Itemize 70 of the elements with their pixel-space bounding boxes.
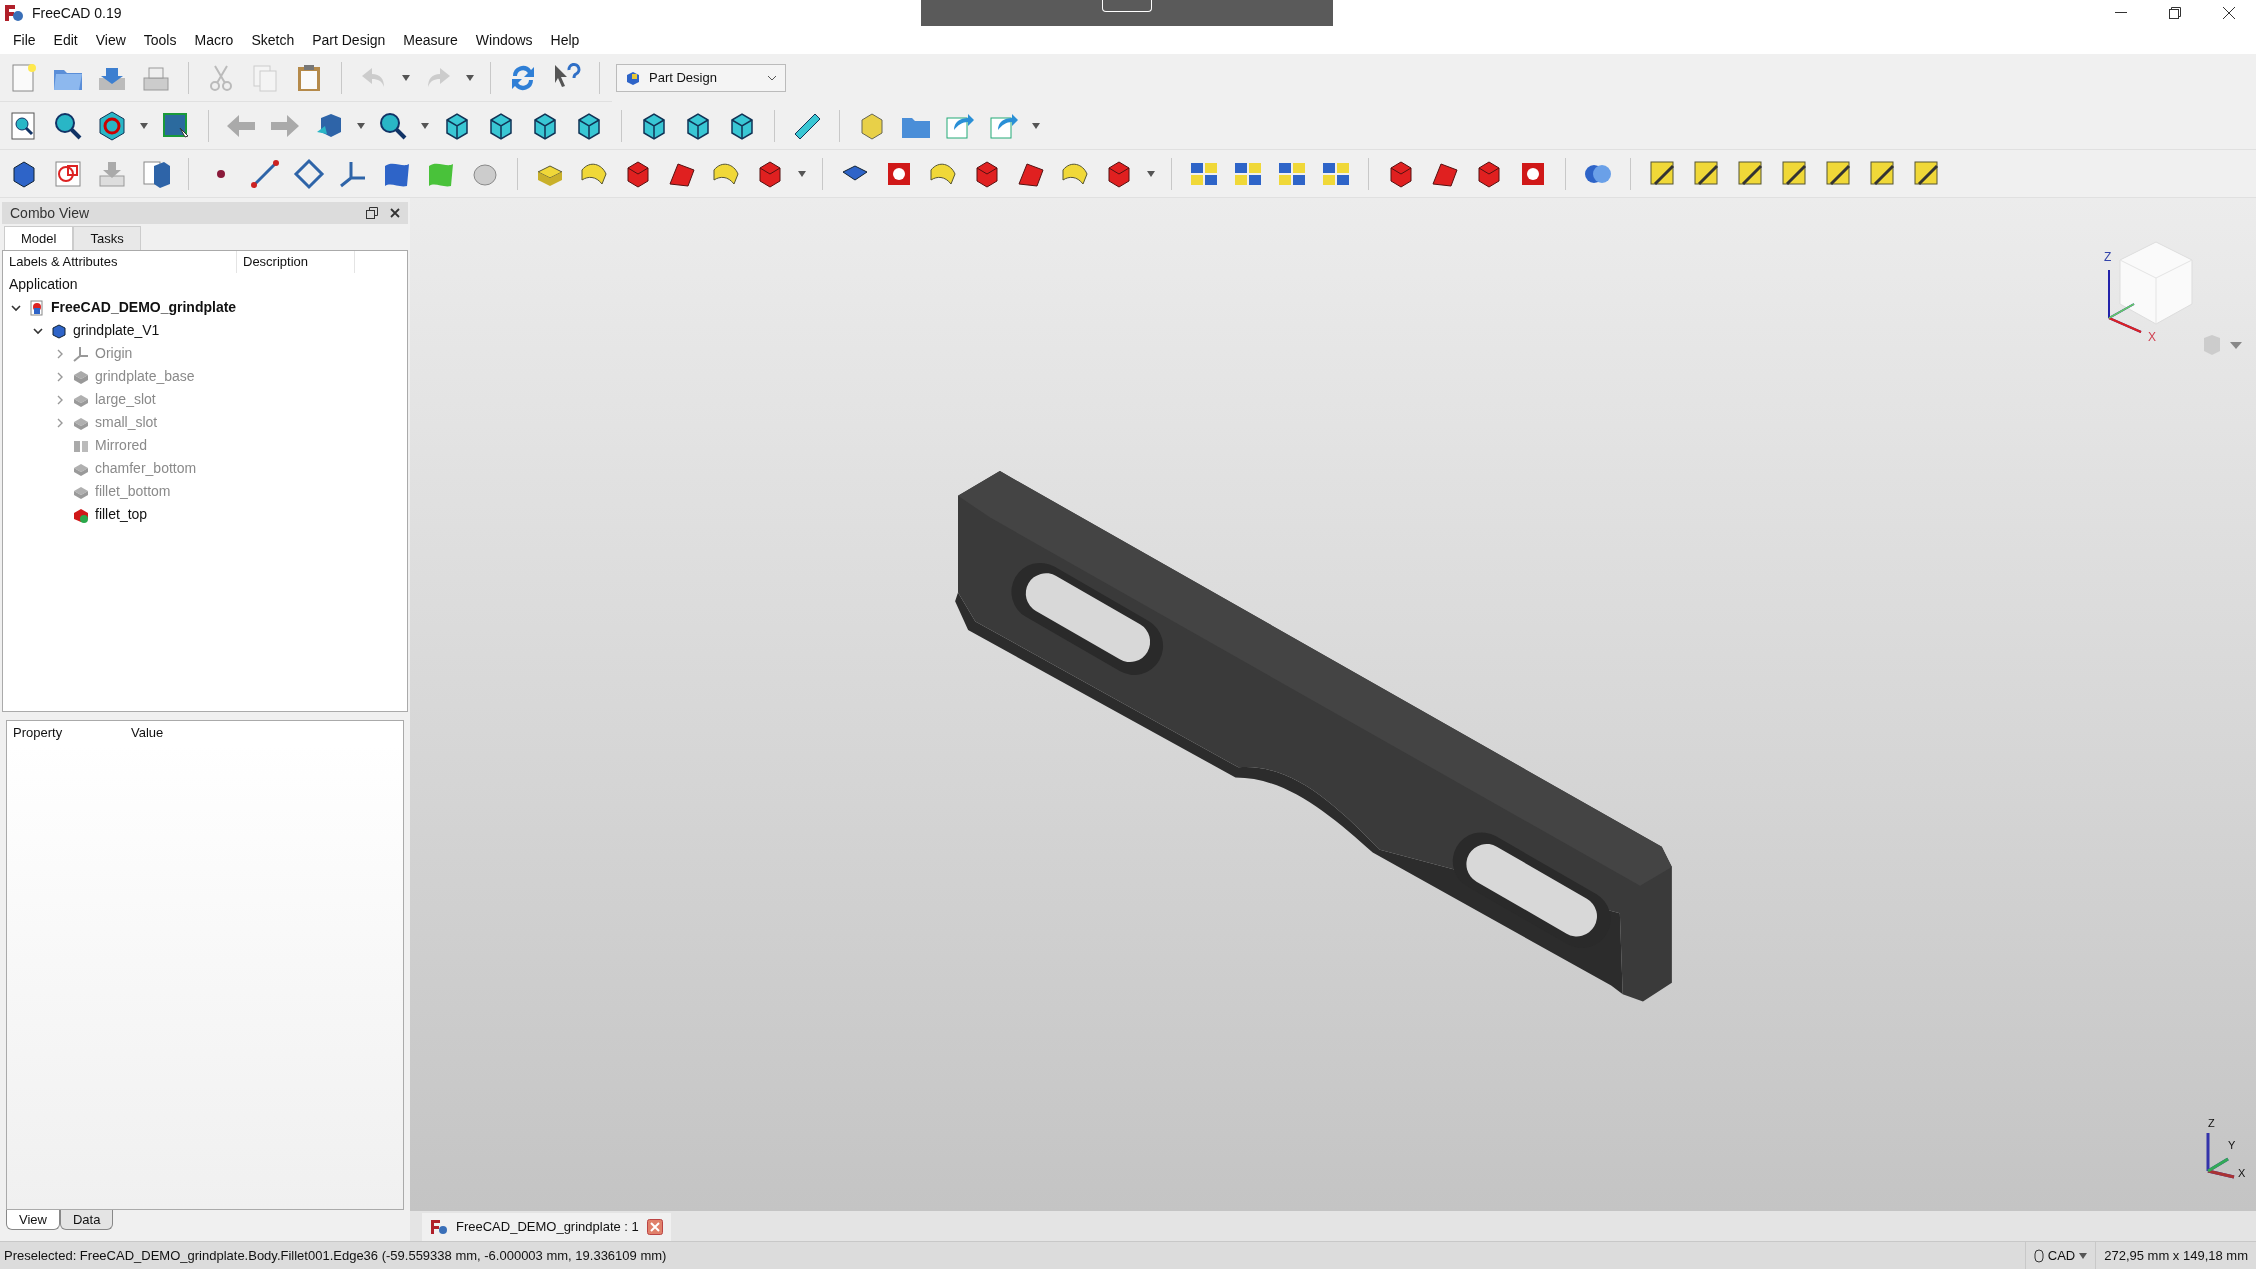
axis-label: Z [2104,249,2112,266]
menu-item[interactable]: View [86,29,135,51]
tree-item[interactable]: large_slot [95,389,156,410]
tree-item[interactable]: FreeCAD_DEMO_grindplate [51,297,237,318]
axis-label: Z [2208,1116,2215,1131]
panel-tab[interactable]: Data [59,1210,114,1230]
line-icon[interactable] [249,157,281,190]
caret-icon[interactable] [466,74,474,81]
workbench-dropdown[interactable]: Part Design [616,64,786,92]
dimensions-readout: 272,95 mm x 149,18 mm [2095,1242,2256,1269]
tree-item[interactable]: grindplate_V1 [73,320,160,341]
menu-item[interactable]: Macro [185,29,243,51]
panel-tab[interactable]: View [6,1210,60,1230]
window-title: FreeCAD 0.19 [32,3,122,23]
caret-icon[interactable] [798,170,806,177]
undock-icon[interactable] [366,207,378,219]
minimize-icon [2115,12,2127,14]
tree-item[interactable]: Mirrored [95,435,148,456]
tree-item[interactable]: Origin [95,343,133,364]
chevron-down-icon [767,74,777,82]
menu-item[interactable]: Part Design [303,29,395,51]
column-header[interactable]: Labels & Attributes [3,251,237,273]
body-icon [51,322,67,339]
menu-item[interactable]: Sketch [242,29,304,51]
tree-item[interactable]: fillet_bottom [95,481,171,502]
restore-icon [2169,7,2181,19]
axis-label: Y [2228,1138,2236,1153]
column-header[interactable]: Property [7,723,125,743]
app-logo-icon [430,1219,448,1235]
menu-item[interactable]: Tools [134,29,186,51]
caret-icon[interactable] [1147,170,1155,177]
caret-icon[interactable] [402,74,410,81]
close-icon[interactable] [390,208,400,218]
menu-item[interactable]: Edit [44,29,87,51]
column-header[interactable]: Description [237,251,355,273]
document-icon [29,299,45,316]
tree-item[interactable]: grindplate_base [95,366,195,387]
workbench-icon [625,70,641,86]
panel-tab[interactable]: Tasks [73,226,141,250]
panel-tab[interactable]: Model [4,226,74,250]
status-message: Preselected: FreeCAD_DEMO_grindplate.Body.Fillet001.Edge36 (-59.559338 mm, -6.000003 mm, 19.336109 mm) [3,1246,667,1265]
plane-icon[interactable] [293,157,325,190]
caret-icon[interactable] [140,122,148,129]
app-logo-icon [4,4,24,22]
menu-item[interactable]: Help [541,29,589,51]
axis-label: X [2148,329,2156,346]
tree-item[interactable]: fillet_top [95,504,148,525]
menu-item[interactable]: Windows [466,29,542,51]
caret-icon[interactable] [421,122,429,129]
3d-viewport[interactable]: Z X Z Y X [410,198,2256,1211]
tree-group-label: Application [8,275,79,294]
panel-title: Combo View [10,203,90,223]
menu-item[interactable]: Measure [394,29,467,51]
tree-item[interactable]: chamfer_bottom [95,458,197,479]
caret-icon[interactable] [1032,122,1040,129]
axes-icon [73,345,89,362]
navigation-cube[interactable]: Z X [2096,228,2216,348]
axis-label: X [2238,1166,2246,1181]
column-header[interactable]: Value [125,723,245,743]
document-tab[interactable]: FreeCAD_DEMO_grindplate : 1 [422,1213,671,1241]
tree-item[interactable]: small_slot [95,412,158,433]
caret-icon[interactable] [357,122,365,129]
fillet-icon [73,506,89,523]
caret-icon[interactable] [2079,1252,2088,1259]
menu-item[interactable]: File [4,29,45,51]
close-icon[interactable] [646,1219,663,1235]
close-icon [2223,7,2235,19]
pad-icon [73,368,89,385]
navigation-style-button[interactable]: CAD [2024,1242,2096,1269]
mouse-icon [2033,1248,2044,1263]
